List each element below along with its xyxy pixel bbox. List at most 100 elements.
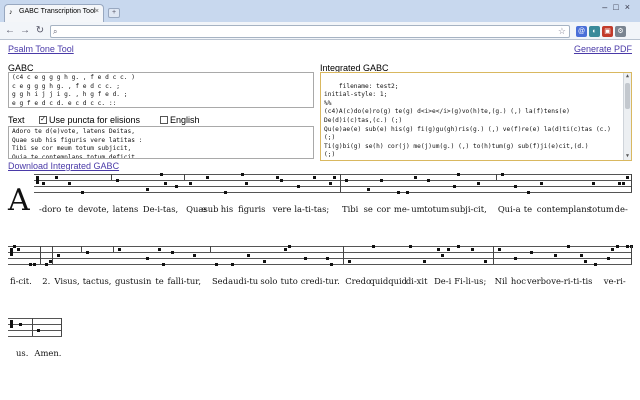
lyric-word: verbo xyxy=(526,276,552,286)
new-tab-button[interactable]: + xyxy=(108,8,120,18)
neume-note xyxy=(567,245,571,248)
neume-note xyxy=(457,173,461,176)
star-icon[interactable]: ☆ xyxy=(558,26,566,37)
staff-line xyxy=(8,246,632,247)
lyric-word: his xyxy=(220,204,234,214)
end-bar xyxy=(631,174,632,192)
neume-note xyxy=(441,254,445,257)
neume-note xyxy=(118,248,121,251)
extension-2-icon[interactable]: ◐ xyxy=(589,26,600,37)
staff-line xyxy=(8,330,62,331)
neume-note xyxy=(500,173,504,176)
tab-title: GABC Transcription Tool xyxy=(19,8,96,15)
clef-icon xyxy=(10,248,13,256)
neume-note xyxy=(174,185,178,188)
lyric-word: Visus, xyxy=(54,276,80,286)
lyric-word: cor xyxy=(376,204,391,214)
page-content: Psalm Tone Tool Generate PDF GABC (c4 c … xyxy=(0,41,640,400)
integrated-scrollbar[interactable]: ▲ ▼ xyxy=(623,73,631,160)
neume-note xyxy=(158,248,162,251)
neume-note xyxy=(591,182,595,185)
wrench-icon[interactable]: ⚙ xyxy=(615,26,626,37)
staff-line xyxy=(34,180,632,181)
neume-note xyxy=(372,245,376,248)
divisio-bar xyxy=(343,246,345,264)
extension-3-icon[interactable]: ▣ xyxy=(602,26,613,37)
neume-note xyxy=(584,260,588,263)
address-bar[interactable]: ⌕ ☆ xyxy=(50,25,570,38)
chant-score: A -doro te devote, latens De-i-tas, Quæ sub his… xyxy=(0,170,640,400)
neume-note xyxy=(616,245,620,248)
lyric-word: ve-ri- xyxy=(603,276,626,286)
neume-note xyxy=(42,182,45,185)
reload-button[interactable]: ↻ xyxy=(34,25,46,37)
browser-tab[interactable]: ♪ GABC Transcription Tool × xyxy=(4,4,104,22)
divisio-bar xyxy=(339,174,341,192)
integrated-gabc-textarea[interactable]: filename: test2; initial-style: 1; %% (c… xyxy=(320,72,632,161)
extension-1-icon[interactable]: @ xyxy=(576,26,587,37)
neume-note xyxy=(348,260,352,263)
lyric-word: gustus xyxy=(115,276,144,286)
lyric-word: sub xyxy=(203,204,219,214)
neume-note xyxy=(283,248,287,251)
neume-note xyxy=(427,179,431,182)
lyric-word: fi-cit. xyxy=(10,276,32,286)
neume-note xyxy=(214,263,218,266)
neume-note xyxy=(33,263,37,266)
neume-note xyxy=(610,248,614,251)
neume-note xyxy=(145,188,149,191)
neume-note xyxy=(396,191,400,194)
scroll-down-icon[interactable]: ▼ xyxy=(624,153,631,160)
neume-note xyxy=(625,245,629,248)
neume-note xyxy=(19,323,22,326)
lyric-word: -doro xyxy=(39,204,62,214)
lyric-word: us. xyxy=(16,348,29,358)
neume-note xyxy=(17,248,20,251)
lyric-word: Fi-li-us; xyxy=(454,276,487,286)
staff-line xyxy=(34,192,632,193)
lyric-word: um xyxy=(411,204,425,214)
scroll-thumb[interactable] xyxy=(625,83,630,109)
lyric-word: credi-tur. xyxy=(300,276,340,286)
lyric-word: de- xyxy=(614,204,628,214)
neume-note xyxy=(447,248,451,251)
gabc-textarea[interactable]: (c4 c e g g g h g. , f e d c c. ) c e g … xyxy=(8,72,314,108)
divisio-bar xyxy=(492,246,494,264)
neume-note xyxy=(80,191,84,194)
neume-note xyxy=(457,245,461,248)
neume-note xyxy=(279,179,283,182)
text-textarea[interactable]: Adoro te d(e)vote, latens Deitas, Quae s… xyxy=(8,126,314,159)
clef-icon xyxy=(36,176,39,184)
back-button[interactable]: ← xyxy=(4,25,16,37)
use-puncta-label: Use puncta for elisions xyxy=(49,115,141,125)
lyric-word: totum xyxy=(588,204,614,214)
staff-line xyxy=(8,318,62,319)
lyric-word: ve-ri-ti-tis xyxy=(551,276,593,286)
neume-note xyxy=(160,173,164,176)
neume-note xyxy=(245,182,249,185)
score-initial: A xyxy=(8,183,30,218)
english-checkbox[interactable] xyxy=(160,116,168,124)
psalm-tone-tool-link[interactable]: Psalm Tone Tool xyxy=(8,44,74,54)
generate-pdf-link[interactable]: Generate PDF xyxy=(574,44,632,54)
lyric-word: quidquid xyxy=(369,276,408,286)
lyric-word: De-i-tas, xyxy=(142,204,179,214)
lyric-word: Qui-a xyxy=(497,204,521,214)
scroll-up-icon[interactable]: ▲ xyxy=(624,73,631,80)
forward-button[interactable]: → xyxy=(19,25,31,37)
lyric-word: se xyxy=(363,204,373,214)
lyric-word: Amen. xyxy=(34,348,62,358)
use-puncta-checkbox[interactable]: ✓ xyxy=(39,116,47,124)
neume-note xyxy=(162,263,166,266)
staff-line xyxy=(8,258,632,259)
staff-line xyxy=(34,174,632,175)
lyric-word: te xyxy=(155,276,164,286)
lyric-word: tuto xyxy=(280,276,298,286)
window-controls[interactable]: –□× xyxy=(602,2,636,12)
neume-note xyxy=(405,191,409,194)
neume-note xyxy=(287,245,291,248)
neume-note xyxy=(275,176,279,179)
tab-close-icon[interactable]: × xyxy=(95,8,99,15)
divisio-bar xyxy=(209,246,211,252)
neume-note xyxy=(484,260,488,263)
